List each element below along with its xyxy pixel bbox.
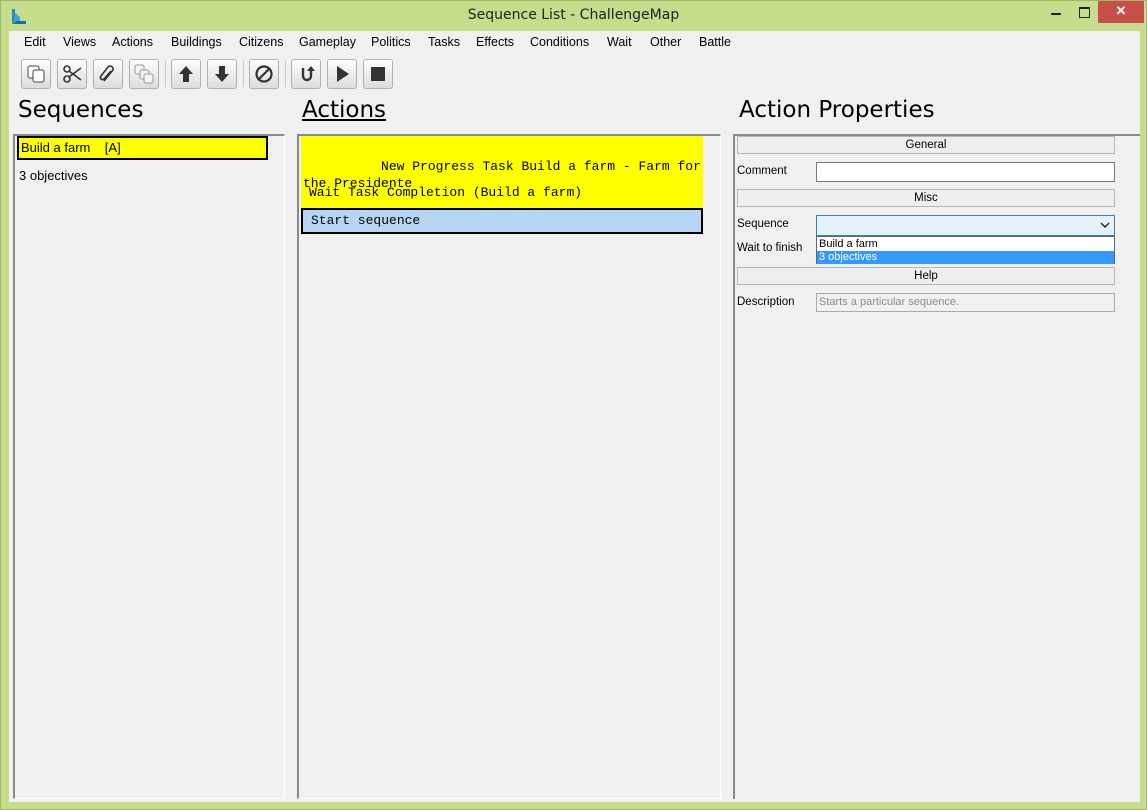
menu-actions[interactable]: Actions [112,35,153,49]
menu-citizens[interactable]: Citizens [239,35,283,49]
minimize-button[interactable] [1042,1,1070,23]
menu-wait[interactable]: Wait [607,35,632,49]
play-button[interactable] [327,59,357,89]
sequence-label: Sequence [737,218,789,230]
list-item[interactable]: 3 objectives [17,164,268,188]
copy-icon [27,65,45,83]
description-field: Starts a particular sequence. [816,293,1115,312]
menu-tasks[interactable]: Tasks [428,35,460,49]
window-frame: Sequence List - ChallengeMap ✕ Edit View… [0,0,1147,810]
menu-other[interactable]: Other [650,35,681,49]
move-up-button[interactable] [171,59,201,89]
sequences-list[interactable]: Build a farm [A] 3 objectives [13,134,285,799]
action-label: Start sequence [311,213,421,228]
category-misc[interactable]: Misc [737,189,1115,207]
property-grid: General Comment Misc Sequence Wait to fi… [733,134,1140,799]
duplicate-icon [134,64,154,84]
menu-conditions[interactable]: Conditions [530,35,589,49]
menu-battle[interactable]: Battle [699,35,731,49]
comment-field[interactable] [816,162,1115,182]
move-up-icon [179,66,193,82]
maximize-button[interactable] [1070,1,1098,23]
paste-icon [99,65,114,82]
stop-icon [371,67,385,81]
menu-edit[interactable]: Edit [24,35,46,49]
list-item[interactable]: Start sequence [301,208,703,234]
toolbar [9,57,1140,93]
move-down-icon [215,66,229,82]
sequences-heading: Sequences [18,97,144,123]
dropdown-option[interactable]: 3 objectives [817,251,1114,264]
menu-buildings[interactable]: Buildings [171,35,222,49]
action-properties-heading: Action Properties [739,97,935,123]
actions-heading: Actions [302,97,387,123]
list-item[interactable]: Wait Task Completion (Build a farm) [301,180,703,206]
paste-button[interactable] [93,59,123,89]
list-item[interactable]: Build a farm [A] [17,136,268,160]
menu-views[interactable]: Views [63,35,96,49]
title-bar[interactable]: Sequence List - ChallengeMap ✕ [1,1,1146,31]
disable-icon [255,65,273,83]
close-icon: ✕ [1115,3,1127,18]
menu-gameplay[interactable]: Gameplay [299,35,356,49]
window-title: Sequence List - ChallengeMap [467,7,680,23]
comment-label: Comment [737,165,787,177]
dropdown-option[interactable]: Build a farm [817,238,1114,251]
toolbar-separator [243,61,244,87]
sequence-label: Build a farm [A] [21,140,121,155]
close-button[interactable]: ✕ [1098,1,1144,23]
duplicate-button[interactable] [129,59,159,89]
client-area: Edit Views Actions Buildings Citizens Ga… [9,31,1140,802]
category-help[interactable]: Help [737,267,1115,285]
sequence-select[interactable] [816,215,1115,236]
minimize-icon [1051,13,1061,15]
toolbar-separator [285,61,286,87]
sequence-label: 3 objectives [19,168,88,183]
description-label: Description [737,296,795,308]
toolbar-separator [165,61,166,87]
stop-button[interactable] [363,59,393,89]
maximize-icon [1079,7,1090,18]
cut-icon [63,65,82,83]
disable-button[interactable] [249,59,279,89]
category-general[interactable]: General [737,136,1115,154]
menu-bar: Edit Views Actions Buildings Citizens Ga… [9,31,1140,55]
chevron-down-icon [1100,222,1110,228]
copy-button[interactable] [21,59,51,89]
cut-button[interactable] [57,59,87,89]
sequence-dropdown[interactable]: Build a farm 3 objectives [816,236,1115,264]
action-label: Wait Task Completion (Build a farm) [309,185,583,200]
play-icon [337,66,349,82]
reset-icon [301,66,315,82]
wait-to-finish-label: Wait to finish [737,242,803,254]
actions-list[interactable]: New Progress Task Build a farm - Farm fo… [297,134,721,799]
reset-button[interactable] [291,59,321,89]
menu-politics[interactable]: Politics [371,35,411,49]
move-down-button[interactable] [207,59,237,89]
menu-effects[interactable]: Effects [476,35,514,49]
